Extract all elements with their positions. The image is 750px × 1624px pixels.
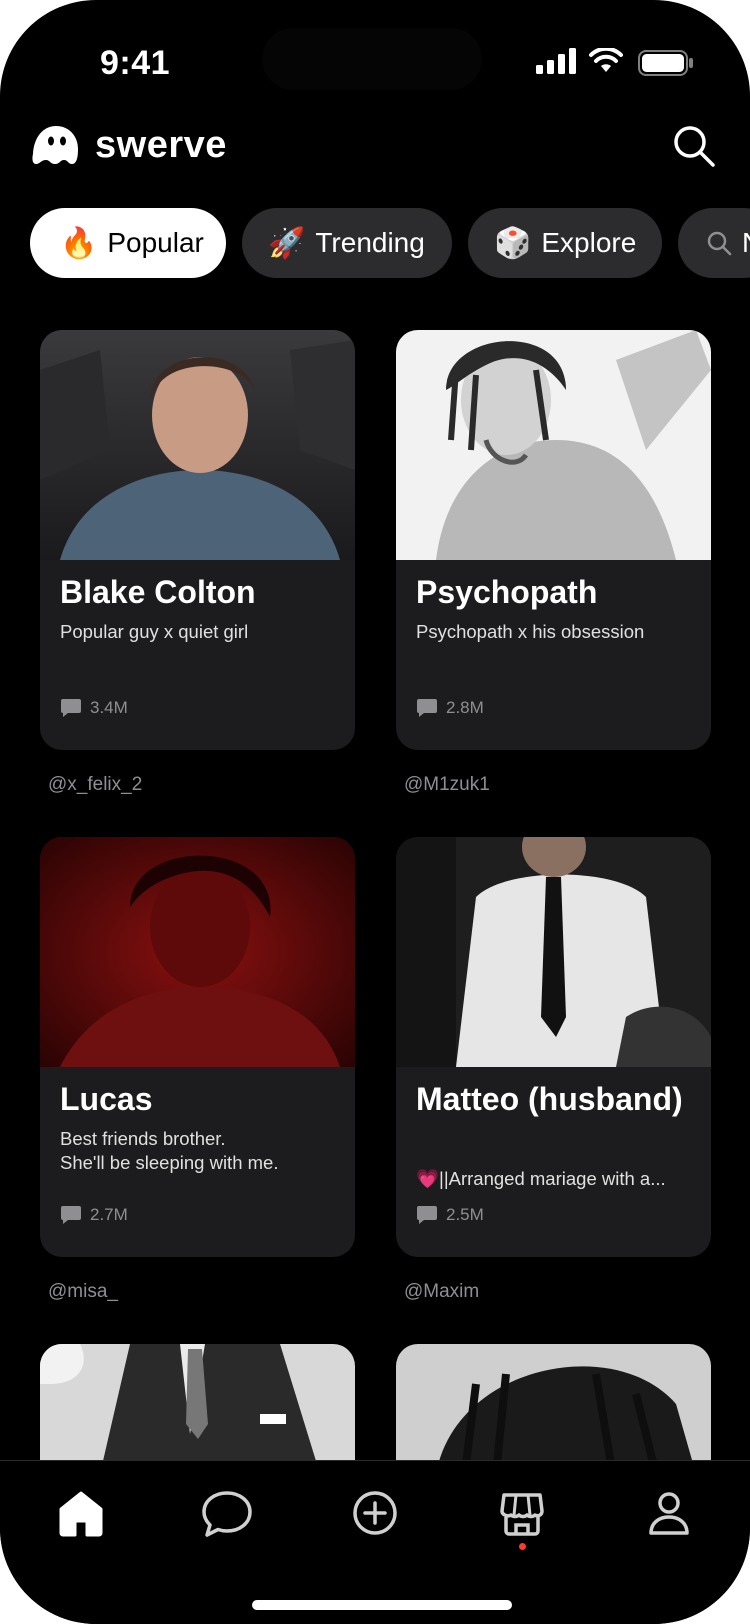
author-handle[interactable]: @misa_ (48, 1281, 118, 1303)
character-image (396, 1344, 711, 1474)
author-handle[interactable]: @M1zuk1 (404, 774, 490, 796)
character-card[interactable]: Blake Colton Popular guy x quiet girl 3.… (40, 330, 355, 750)
chat-bubble-icon (417, 699, 437, 717)
tab-trending[interactable]: 🚀 Trending (242, 208, 452, 278)
character-description: 💗||Arranged mariage with a... (416, 1168, 666, 1189)
app-screen: 9:41 swerve 🔥 Popular 🚀 Trending 🎲 Explo… (0, 0, 750, 1624)
swerve-logo-icon (32, 126, 78, 164)
message-count-value: 2.8M (446, 698, 484, 717)
cellular-signal-icon (536, 48, 576, 74)
chat-bubble-icon (61, 1206, 81, 1224)
battery-icon (638, 50, 693, 76)
character-image (396, 330, 711, 560)
author-handle[interactable]: @x_felix_2 (48, 774, 142, 796)
character-name: Lucas (60, 1081, 153, 1117)
status-time: 9:41 (100, 44, 171, 82)
character-image (396, 837, 711, 1067)
character-name: Blake Colton (60, 574, 256, 610)
tab-label: N (742, 227, 750, 259)
message-count: 2.8M (416, 698, 484, 718)
character-card[interactable]: Psychopath Psychopath x his obsession 2.… (396, 330, 711, 750)
message-count: 3.4M (60, 698, 128, 718)
message-count: 2.7M (60, 1205, 128, 1225)
author-handle[interactable]: @Maxim (404, 1281, 479, 1303)
message-count-value: 2.7M (90, 1205, 128, 1224)
search-icon (707, 231, 732, 256)
character-card[interactable] (396, 1344, 711, 1474)
tab-label: Trending (315, 227, 425, 258)
character-image (40, 1344, 355, 1474)
notification-dot (519, 1543, 526, 1550)
chat-bubble-icon (61, 699, 81, 717)
message-count: 2.5M (416, 1205, 484, 1225)
message-count-value: 2.5M (446, 1205, 484, 1224)
app-header: swerve (0, 112, 750, 182)
tab-label: Explore (541, 227, 637, 258)
message-count-value: 3.4M (90, 698, 128, 717)
create-icon[interactable] (347, 1485, 403, 1541)
chat-icon[interactable] (199, 1485, 255, 1541)
status-bar: 9:41 (0, 0, 750, 110)
tab-explore[interactable]: 🎲 Explore (468, 208, 662, 278)
rocket-icon: 🚀 (268, 226, 306, 260)
character-description: Popular guy x quiet girl (60, 621, 249, 642)
tab-popular[interactable]: 🔥 Popular (30, 208, 226, 278)
character-image (40, 330, 355, 560)
dynamic-island (262, 28, 482, 90)
character-card[interactable]: Matteo (husband) 💗||Arranged mariage wit… (396, 837, 711, 1257)
character-card[interactable] (40, 1344, 355, 1474)
character-image (40, 837, 355, 1067)
home-indicator (252, 1600, 512, 1610)
chat-bubble-icon (417, 1206, 437, 1224)
tab-label: Popular (107, 227, 204, 258)
character-name: Matteo (husband) (416, 1081, 683, 1117)
character-description: Best friends brother. She'll be sleeping… (60, 1128, 279, 1173)
character-description: Psychopath x his obsession (416, 621, 645, 642)
app-name: swerve (95, 124, 227, 166)
character-card[interactable]: Lucas Best friends brother. She'll be sl… (40, 837, 355, 1257)
search-icon[interactable] (672, 124, 716, 168)
dice-icon: 🎲 (494, 226, 532, 260)
fire-icon: 🔥 (60, 226, 98, 260)
profile-icon[interactable] (641, 1485, 697, 1541)
character-name: Psychopath (416, 574, 598, 610)
tab-search[interactable]: N (678, 208, 750, 278)
category-tabs: 🔥 Popular 🚀 Trending 🎲 Explore N (0, 208, 750, 278)
home-icon[interactable] (53, 1485, 109, 1541)
wifi-icon (589, 48, 623, 72)
store-icon[interactable] (494, 1485, 550, 1541)
